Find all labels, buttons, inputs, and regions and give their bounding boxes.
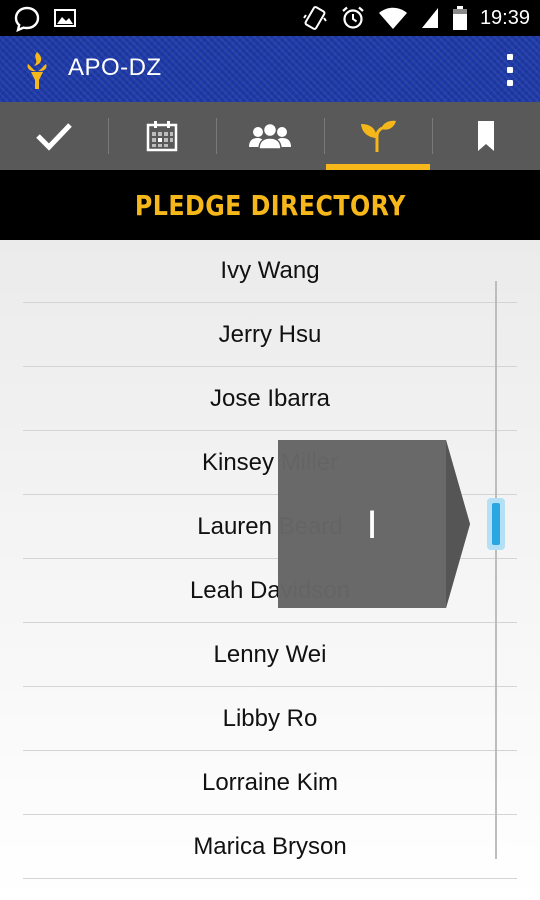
list-item[interactable]: Ivy Wang bbox=[23, 240, 517, 303]
list-item[interactable]: Lenny Wei bbox=[23, 623, 517, 687]
list-item[interactable]: Marica Bryson bbox=[23, 815, 517, 879]
sprout-icon bbox=[361, 120, 396, 152]
pledge-name: Marica Bryson bbox=[193, 832, 347, 860]
fast-scroll-section-overlay: I bbox=[278, 440, 470, 608]
wifi-icon bbox=[378, 7, 407, 29]
pledge-name: Libby Ro bbox=[222, 704, 318, 732]
signal-icon bbox=[421, 8, 438, 28]
menu-dot bbox=[507, 66, 513, 73]
overflow-menu-icon[interactable] bbox=[500, 50, 520, 90]
alarm-icon bbox=[342, 6, 364, 29]
checkmark-icon bbox=[36, 123, 72, 151]
battery-icon bbox=[452, 6, 467, 30]
list-item[interactable]: Jose Ibarra bbox=[23, 367, 517, 431]
app-bar: APO-DZ bbox=[0, 36, 540, 102]
pledge-name: Lorraine Kim bbox=[201, 768, 339, 796]
chat-bubble-icon bbox=[14, 6, 40, 32]
list-item[interactable]: Libby Ro bbox=[23, 687, 517, 751]
overlay-section-letter: I bbox=[366, 503, 378, 547]
scroll-track[interactable] bbox=[495, 281, 497, 859]
tab-brothers[interactable] bbox=[216, 102, 324, 170]
fast-scroll-thumb-bar bbox=[492, 503, 500, 545]
torch-logo[interactable] bbox=[22, 50, 52, 90]
pledge-name: Jose Ibarra bbox=[209, 384, 331, 412]
tab-calendar[interactable] bbox=[108, 102, 216, 170]
status-bar: 19:39 bbox=[0, 0, 540, 36]
vibrate-icon bbox=[303, 6, 327, 30]
status-time: 19:39 bbox=[479, 6, 530, 29]
section-header: PLEDGE DIRECTORY bbox=[0, 170, 540, 240]
list-item[interactable]: Lorraine Kim bbox=[23, 751, 517, 815]
tab-bookmarks[interactable] bbox=[432, 102, 540, 170]
pledge-name: Jerry Hsu bbox=[218, 320, 322, 348]
tab-pledges[interactable] bbox=[324, 102, 432, 170]
calendar-icon bbox=[146, 121, 178, 152]
menu-dot bbox=[507, 80, 513, 87]
page-title: PLEDGE DIRECTORY bbox=[134, 188, 406, 222]
tab-bar bbox=[0, 102, 540, 170]
people-icon bbox=[249, 122, 291, 150]
pledge-name: Lenny Wei bbox=[213, 640, 327, 668]
bookmark-icon bbox=[478, 121, 494, 151]
tab-attendance[interactable] bbox=[0, 102, 108, 170]
pledge-name: Ivy Wang bbox=[220, 257, 320, 284]
menu-dot bbox=[507, 53, 513, 60]
list-item[interactable]: Jerry Hsu bbox=[23, 303, 517, 367]
fast-scroll-thumb[interactable] bbox=[487, 498, 505, 550]
image-icon bbox=[54, 9, 76, 27]
app-title: APO-DZ bbox=[68, 54, 162, 81]
